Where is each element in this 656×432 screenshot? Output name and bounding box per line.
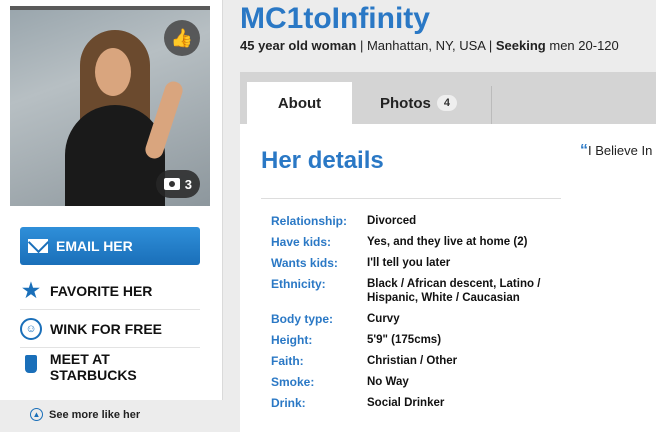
tab-divider (491, 86, 492, 124)
meet-at-starbucks-button[interactable]: MEET AT STARBUCKS (20, 348, 200, 385)
profile-sidebar: 👍 3 EMAIL HER ★ FAVORITE HER ☺ WINK FOR … (0, 0, 223, 400)
detail-value: Divorced (367, 215, 417, 227)
detail-row: Height: 5'9" (175cms) (271, 333, 571, 347)
detail-label: Faith: (271, 354, 304, 368)
detail-row: Relationship: Divorced (271, 214, 571, 228)
starbucks-label: MEET AT STARBUCKS (49, 350, 137, 383)
separator: | (359, 38, 364, 53)
favorite-her-label: FAVORITE HER (50, 282, 153, 299)
detail-value: Christian / Other (367, 355, 458, 367)
details-divider (261, 198, 561, 199)
detail-row: Body type: Curvy (271, 312, 571, 326)
envelope-icon (28, 239, 48, 253)
detail-value: Curvy (367, 313, 400, 325)
detail-row: Drink: Social Drinker (271, 396, 571, 410)
detail-value: 5'9" (175cms) (367, 334, 442, 346)
detail-row: Ethnicity: Black / African descent, Latin… (271, 277, 571, 305)
detail-value: Social Drinker (367, 397, 445, 409)
quote-text: I Believe In (588, 143, 653, 158)
detail-value: No Way (367, 376, 409, 388)
detail-row: Smoke: No Way (271, 375, 571, 389)
location: Manhattan, NY, USA (366, 38, 486, 53)
camera-icon (163, 178, 180, 190)
detail-row: Have kids: Yes, and they live at home (2) (271, 235, 571, 249)
wink-icon-wrap: ☺ (20, 317, 42, 340)
detail-label: Ethnicity: (271, 277, 326, 291)
seeking-value: men 20-120 (549, 38, 619, 53)
detail-row: Faith: Christian / Other (271, 354, 571, 368)
see-more-like-her-link[interactable]: ▲ See more like her (30, 408, 140, 421)
detail-value: Yes, and they live at home (2) (367, 236, 528, 248)
profile-main-panel: About Photos 4 Her details Relationship:… (240, 72, 656, 432)
star-icon: ★ (22, 280, 40, 302)
photo-figure-face (95, 48, 131, 96)
wink-icon: ☺ (20, 317, 42, 340)
detail-label: Wants kids: (271, 256, 338, 270)
profile-username: MC1toInfinity (240, 2, 430, 35)
detail-row: Wants kids: I'll tell you later (271, 256, 571, 270)
see-more-label: See more like her (49, 408, 141, 421)
details-list: Relationship: Divorced Have kids: Yes, and… (271, 214, 571, 417)
thumbs-up-icon[interactable]: 👍 (164, 20, 200, 56)
tab-photos-label: Photos (380, 94, 431, 112)
tab-about[interactable]: About (247, 82, 352, 124)
detail-value: I'll tell you later (367, 257, 451, 269)
arrow-up-circle-icon: ▲ (30, 408, 43, 421)
separator: | (488, 38, 493, 53)
detail-label: Height: (271, 333, 313, 347)
her-details-heading: Her details (261, 147, 384, 174)
detail-label: Body type: (271, 312, 334, 326)
profile-photo[interactable]: 👍 3 (10, 6, 210, 206)
quote-mark-icon: “ (580, 142, 588, 159)
cup-icon-wrap (20, 354, 42, 379)
email-her-label: EMAIL HER (56, 238, 133, 254)
wink-for-free-button[interactable]: ☺ WINK FOR FREE (20, 310, 200, 348)
favorite-her-button[interactable]: ★ FAVORITE HER (20, 272, 200, 310)
profile-tab-bar: About Photos 4 (240, 72, 656, 124)
profile-quote: “I Believe In (580, 142, 652, 160)
coffee-cup-icon (24, 354, 37, 373)
detail-label: Relationship: (271, 214, 348, 228)
tab-photos[interactable]: Photos 4 (380, 82, 457, 124)
photo-count-badge[interactable]: 3 (155, 170, 200, 198)
photo-count: 3 (184, 176, 192, 192)
age-gender: 45 year old woman (240, 38, 357, 53)
wink-label: WINK FOR FREE (50, 320, 162, 337)
email-her-button[interactable]: EMAIL HER (20, 227, 200, 265)
detail-label: Have kids: (271, 235, 332, 249)
detail-label: Drink: (271, 396, 306, 410)
detail-value: Black / African descent, Latino / Hispan… (367, 278, 541, 304)
profile-summary: 45 year old woman | Manhattan, NY, USA |… (240, 38, 619, 53)
photos-count-badge: 4 (436, 95, 457, 111)
seeking-label: Seeking (495, 38, 546, 53)
detail-label: Smoke: (271, 375, 315, 389)
